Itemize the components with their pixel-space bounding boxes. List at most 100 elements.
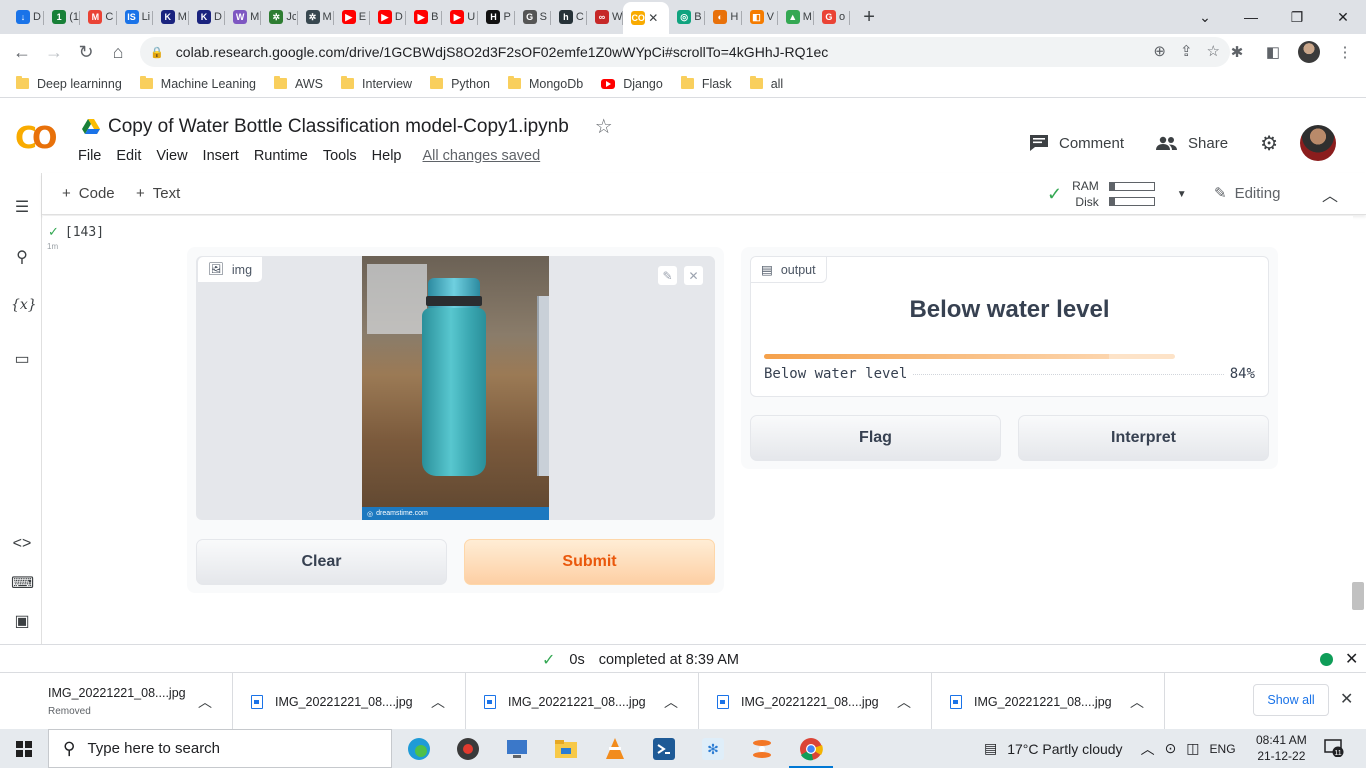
clear-button[interactable]: Clear bbox=[196, 539, 447, 585]
clock[interactable]: 08:41 AM 21-12-22 bbox=[1256, 732, 1307, 764]
browser-tab[interactable]: CO ✕ bbox=[623, 2, 670, 34]
close-tab-icon[interactable]: ✕ bbox=[648, 11, 658, 25]
menu-tools[interactable]: Tools bbox=[323, 148, 364, 164]
bookmark-item[interactable]: Machine Leaning bbox=[139, 76, 256, 91]
download-options-chevron-icon[interactable]: ︿ bbox=[198, 692, 212, 712]
download-item[interactable]: IMG_20221221_08....jpg ︿ bbox=[466, 673, 699, 730]
chrome-menu-icon[interactable]: ⋮ bbox=[1332, 38, 1358, 66]
star-icon[interactable]: ☆ bbox=[595, 114, 613, 139]
browser-tab[interactable]: KD bbox=[189, 3, 226, 31]
add-text-button[interactable]: + Text bbox=[136, 185, 180, 202]
language-indicator[interactable]: ENG bbox=[1210, 742, 1236, 756]
remove-image-icon[interactable]: ✕ bbox=[683, 265, 704, 286]
menu-help[interactable]: Help bbox=[372, 148, 409, 164]
address-bar[interactable]: 🔒 colab.research.google.com/drive/1GCBWd… bbox=[140, 37, 1230, 67]
bookmark-item[interactable]: Django bbox=[601, 77, 663, 91]
browser-tab[interactable]: ↓ D bbox=[8, 3, 45, 31]
download-options-chevron-icon[interactable]: ︿ bbox=[1130, 692, 1144, 712]
flag-button[interactable]: Flag bbox=[750, 415, 1001, 461]
resource-monitor[interactable]: ✓ RAM Disk ▼ bbox=[1047, 178, 1187, 210]
browser-tab[interactable]: ▶ E bbox=[334, 3, 371, 31]
menu-view[interactable]: View bbox=[156, 148, 194, 164]
bookmark-item[interactable]: Flask bbox=[680, 76, 732, 91]
collapse-header-icon[interactable]: ︿ bbox=[1322, 182, 1338, 206]
download-options-chevron-icon[interactable]: ︿ bbox=[664, 692, 678, 712]
download-item[interactable]: IMG_20221221_08....jpg ︿ bbox=[932, 673, 1165, 730]
find-icon[interactable]: ⚲ bbox=[11, 247, 33, 267]
edit-image-icon[interactable]: ✎ bbox=[657, 265, 678, 286]
browser-tab[interactable]: ▶ B bbox=[406, 3, 443, 31]
file-explorer-icon[interactable] bbox=[551, 734, 581, 764]
browser-tab[interactable]: HP bbox=[478, 3, 515, 31]
browser-tab[interactable]: ▶ D bbox=[370, 3, 407, 31]
side-panel-icon[interactable]: ◧ bbox=[1260, 38, 1286, 66]
vscode-icon[interactable] bbox=[649, 734, 679, 764]
menu-file[interactable]: File bbox=[78, 148, 108, 164]
add-code-button[interactable]: + Code bbox=[62, 185, 115, 202]
browser-tab[interactable]: IS Li bbox=[117, 3, 153, 31]
tab-search-icon[interactable]: ⌄ bbox=[1182, 0, 1228, 34]
close-status-icon[interactable]: ✕ bbox=[1345, 649, 1358, 669]
terminal-icon[interactable]: ▣ bbox=[11, 611, 33, 631]
download-options-chevron-icon[interactable]: ︿ bbox=[897, 692, 911, 712]
bookmark-item[interactable]: Python bbox=[430, 76, 490, 91]
network-icon[interactable]: ⊙ bbox=[1165, 740, 1177, 757]
chrome-icon[interactable] bbox=[789, 734, 833, 768]
vlc-icon[interactable] bbox=[600, 734, 630, 764]
comment-button[interactable]: Comment bbox=[1029, 134, 1124, 152]
browser-tab[interactable]: ◎ B bbox=[669, 3, 706, 31]
download-item[interactable]: IMG_20221221_08....jpg ︿ bbox=[233, 673, 466, 730]
browser-tab[interactable]: ✲ M bbox=[298, 3, 334, 31]
runtime-dropdown-icon[interactable]: ▼ bbox=[1177, 189, 1187, 200]
jupyter-icon[interactable] bbox=[747, 734, 777, 764]
menu-runtime[interactable]: Runtime bbox=[254, 148, 315, 164]
minimize-button[interactable]: — bbox=[1228, 0, 1274, 34]
drive-icon[interactable] bbox=[82, 118, 100, 135]
close-window-button[interactable]: ✕ bbox=[1320, 0, 1366, 34]
files-folder-icon[interactable]: ▭ bbox=[11, 349, 33, 369]
download-item[interactable]: IMG_20221221_08....jpg ︿ bbox=[699, 673, 932, 730]
browser-tab[interactable]: KM bbox=[153, 3, 190, 31]
reload-icon[interactable]: ↻ bbox=[70, 36, 102, 68]
computer-icon[interactable] bbox=[502, 734, 532, 764]
browser-tab[interactable]: GS bbox=[515, 3, 552, 31]
browser-tab[interactable]: ▶ U bbox=[442, 3, 479, 31]
maximize-button[interactable]: ❐ bbox=[1274, 0, 1320, 34]
new-tab-button[interactable]: + bbox=[854, 6, 884, 29]
settings-gear-icon[interactable]: ⚙ bbox=[1260, 131, 1278, 156]
weather-text[interactable]: 17°C Partly cloudy bbox=[1007, 741, 1122, 757]
taskbar-search[interactable]: ⚲ Type here to search bbox=[48, 729, 392, 768]
bookmark-star-icon[interactable]: ☆ bbox=[1207, 42, 1220, 60]
bookmark-item[interactable]: MongoDb bbox=[507, 76, 583, 91]
bookmark-item[interactable]: Interview bbox=[341, 76, 412, 91]
home-icon[interactable]: ⌂ bbox=[102, 36, 134, 68]
chevron-up-icon[interactable]: ︿ bbox=[1141, 739, 1155, 759]
speaker-icon[interactable]: ◫ bbox=[1186, 740, 1199, 757]
scrollbar-thumb[interactable] bbox=[1352, 582, 1364, 610]
back-icon[interactable]: ← bbox=[6, 36, 38, 68]
submit-button[interactable]: Submit bbox=[464, 539, 715, 585]
menu-insert[interactable]: Insert bbox=[203, 148, 246, 164]
zoom-icon[interactable]: ⊕ bbox=[1153, 42, 1166, 60]
bookmark-item[interactable]: Deep learninng bbox=[16, 76, 122, 91]
windows-start-icon[interactable] bbox=[16, 741, 32, 757]
browser-tab[interactable]: WM bbox=[225, 3, 262, 31]
profile-avatar[interactable] bbox=[1296, 38, 1322, 66]
browser-tab[interactable]: 1 (1 bbox=[44, 3, 81, 31]
variables-icon[interactable]: {x} bbox=[11, 297, 37, 313]
browser-tab[interactable]: ✲ Jc bbox=[261, 3, 298, 31]
table-of-contents-icon[interactable]: ☰ bbox=[11, 197, 33, 217]
media-player-icon[interactable] bbox=[453, 734, 483, 764]
browser-tab[interactable]: ∞ W bbox=[587, 3, 624, 31]
colab-logo[interactable]: CO bbox=[15, 121, 57, 156]
browser-tab[interactable]: MC bbox=[80, 3, 117, 31]
show-all-downloads-button[interactable]: Show all bbox=[1253, 684, 1329, 716]
bookmark-item[interactable]: AWS bbox=[274, 76, 323, 91]
editing-mode-button[interactable]: ✎ Editing bbox=[1214, 184, 1280, 203]
share-button[interactable]: Share bbox=[1156, 135, 1228, 152]
snowflake-app-icon[interactable]: ✻ bbox=[698, 734, 728, 764]
browser-tab[interactable]: ◐ H bbox=[705, 3, 742, 31]
forward-icon[interactable]: → bbox=[38, 36, 70, 68]
notification-center-icon[interactable]: 11 bbox=[1324, 739, 1344, 758]
user-avatar[interactable] bbox=[1300, 125, 1336, 161]
